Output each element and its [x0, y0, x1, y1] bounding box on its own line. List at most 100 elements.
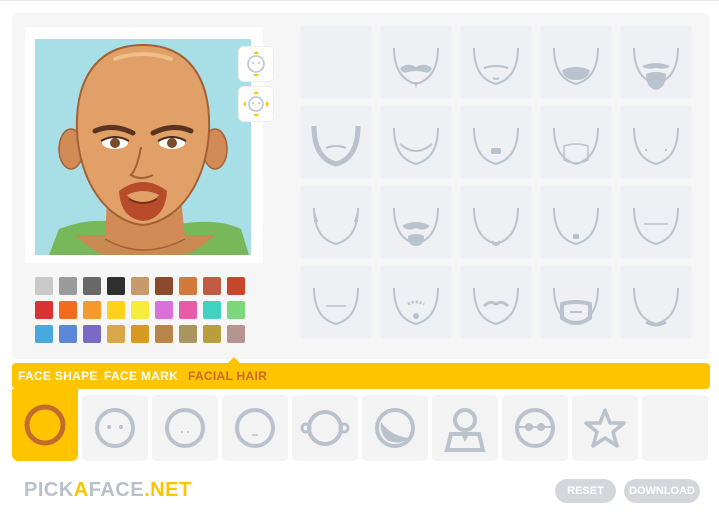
facial-hair-option-bottom-chin[interactable]	[620, 266, 692, 338]
facial-hair-option-circle-beard[interactable]	[540, 266, 612, 338]
mustache-thin-icon	[473, 47, 519, 86]
none-icon	[300, 26, 372, 98]
chinstrap-icon	[311, 125, 361, 167]
pickaface-logo: PICKAFACE.NET	[24, 479, 192, 502]
color-swatch[interactable]	[203, 325, 221, 343]
active-tab-indicator	[228, 357, 240, 363]
color-swatch[interactable]	[107, 301, 125, 319]
person-bust-icon	[444, 408, 486, 452]
ears-face-icon	[300, 410, 350, 446]
color-swatch[interactable]	[155, 277, 173, 295]
facial-hair-option-soul-patch[interactable]	[460, 106, 532, 178]
color-swatch[interactable]	[227, 325, 245, 343]
moon-face-icon	[375, 408, 415, 448]
facial-hair-option-full-goatee[interactable]	[620, 26, 692, 98]
color-swatch[interactable]	[131, 301, 149, 319]
facial-hair-option-curved-mustache[interactable]	[460, 266, 532, 338]
face-shape-option-line-face[interactable]	[222, 395, 288, 461]
reset-button[interactable]: RESET	[555, 479, 616, 503]
lip-line-icon	[633, 207, 679, 246]
facial-hair-option-small-chin-patch[interactable]	[540, 186, 612, 258]
facial-hair-option-thin-chinstrap[interactable]	[380, 106, 452, 178]
tab-facial-hair[interactable]: FACIAL HAIR	[188, 369, 267, 383]
facial-hair-option-mustache-goatee[interactable]	[380, 186, 452, 258]
color-swatch[interactable]	[179, 301, 197, 319]
face-shape-option-person-bust[interactable]	[432, 395, 498, 461]
facial-hair-option-none[interactable]	[300, 26, 372, 98]
facial-hair-option-chin-frame[interactable]	[540, 106, 612, 178]
tab-face-shape[interactable]: FACE SHAPE	[18, 369, 98, 383]
sideburns-icon	[313, 207, 359, 246]
color-swatch[interactable]	[155, 325, 173, 343]
color-swatch[interactable]	[59, 325, 77, 343]
face-shape-option-glasses-face[interactable]	[502, 395, 568, 461]
color-swatch[interactable]	[59, 301, 77, 319]
color-swatch[interactable]	[131, 277, 149, 295]
dotted-goatee-icon	[393, 287, 439, 326]
blank-icon	[649, 402, 701, 454]
face-shape-option-ears-face[interactable]	[292, 395, 358, 461]
facial-hair-option-mustache-thin[interactable]	[460, 26, 532, 98]
line-face-icon	[235, 408, 275, 448]
curved-mustache-icon	[473, 287, 519, 326]
full-goatee-icon	[633, 47, 679, 90]
facial-hair-option-chin-dot[interactable]	[460, 186, 532, 258]
facial-hair-option-plain-chin[interactable]	[300, 266, 372, 338]
logo-text-face: FACE	[88, 479, 145, 501]
color-swatch[interactable]	[107, 277, 125, 295]
facial-hair-option-mutton-dots[interactable]	[620, 106, 692, 178]
position-up-down-button[interactable]	[239, 47, 273, 81]
facial-hair-option-dotted-goatee[interactable]	[380, 266, 452, 338]
color-swatch[interactable]	[155, 301, 173, 319]
face-shape-option-blank[interactable]	[642, 395, 708, 461]
face-shape-option-star[interactable]	[572, 395, 638, 461]
tab-face-mark[interactable]: FACE MARK	[104, 369, 178, 383]
color-swatch[interactable]	[227, 301, 245, 319]
star-icon	[584, 408, 626, 448]
color-swatch[interactable]	[35, 325, 53, 343]
chin-dot-icon	[473, 207, 519, 246]
color-swatch[interactable]	[179, 277, 197, 295]
logo-text-a: A	[73, 479, 89, 501]
chin-frame-icon	[553, 127, 599, 166]
color-swatch[interactable]	[35, 277, 53, 295]
bottom-chin-icon	[633, 287, 679, 327]
color-swatch[interactable]	[107, 325, 125, 343]
soul-patch-icon	[473, 127, 519, 166]
color-swatch[interactable]	[131, 325, 149, 343]
chin-patch-wide-icon	[553, 47, 599, 86]
resize-icon	[243, 91, 269, 117]
color-swatch[interactable]	[35, 301, 53, 319]
facial-hair-option-chin-patch-wide[interactable]	[540, 26, 612, 98]
category-tab-bar: FACE SHAPE FACE MARK FACIAL HAIR	[12, 357, 710, 389]
color-swatch[interactable]	[83, 277, 101, 295]
color-swatch[interactable]	[59, 277, 77, 295]
circle-beard-icon	[553, 287, 599, 326]
face-shape-option-moon-face[interactable]	[362, 395, 428, 461]
move-vertical-icon	[247, 51, 265, 77]
app-root: FACE SHAPE FACE MARK FACIAL HAIR PICKAFA…	[0, 0, 719, 530]
color-swatch[interactable]	[179, 325, 197, 343]
avatar-face-illustration	[49, 43, 249, 255]
thin-chinstrap-icon	[393, 127, 439, 166]
facial-hair-option-sideburns[interactable]	[300, 186, 372, 258]
face-shape-option-round-outline[interactable]	[12, 389, 78, 461]
small-chin-patch-icon	[553, 207, 599, 246]
round-outline-icon	[24, 404, 66, 446]
resize-button[interactable]	[239, 87, 273, 121]
facial-hair-option-lip-line[interactable]	[620, 186, 692, 258]
facial-hair-option-mustache-wide[interactable]	[380, 26, 452, 98]
color-swatch[interactable]	[203, 277, 221, 295]
facial-hair-option-chinstrap[interactable]	[300, 106, 372, 178]
plain-chin-icon	[313, 287, 359, 326]
face-shape-option-dot-face[interactable]	[152, 395, 218, 461]
color-swatch[interactable]	[203, 301, 221, 319]
round-face-icon	[95, 408, 135, 448]
color-swatch[interactable]	[227, 277, 245, 295]
face-shape-option-round-face[interactable]	[82, 395, 148, 461]
download-button[interactable]: DOWNLOAD	[624, 479, 700, 503]
color-swatch[interactable]	[83, 301, 101, 319]
mustache-wide-icon	[393, 47, 439, 88]
color-swatch[interactable]	[83, 325, 101, 343]
logo-text-pick: PICK	[24, 479, 74, 501]
